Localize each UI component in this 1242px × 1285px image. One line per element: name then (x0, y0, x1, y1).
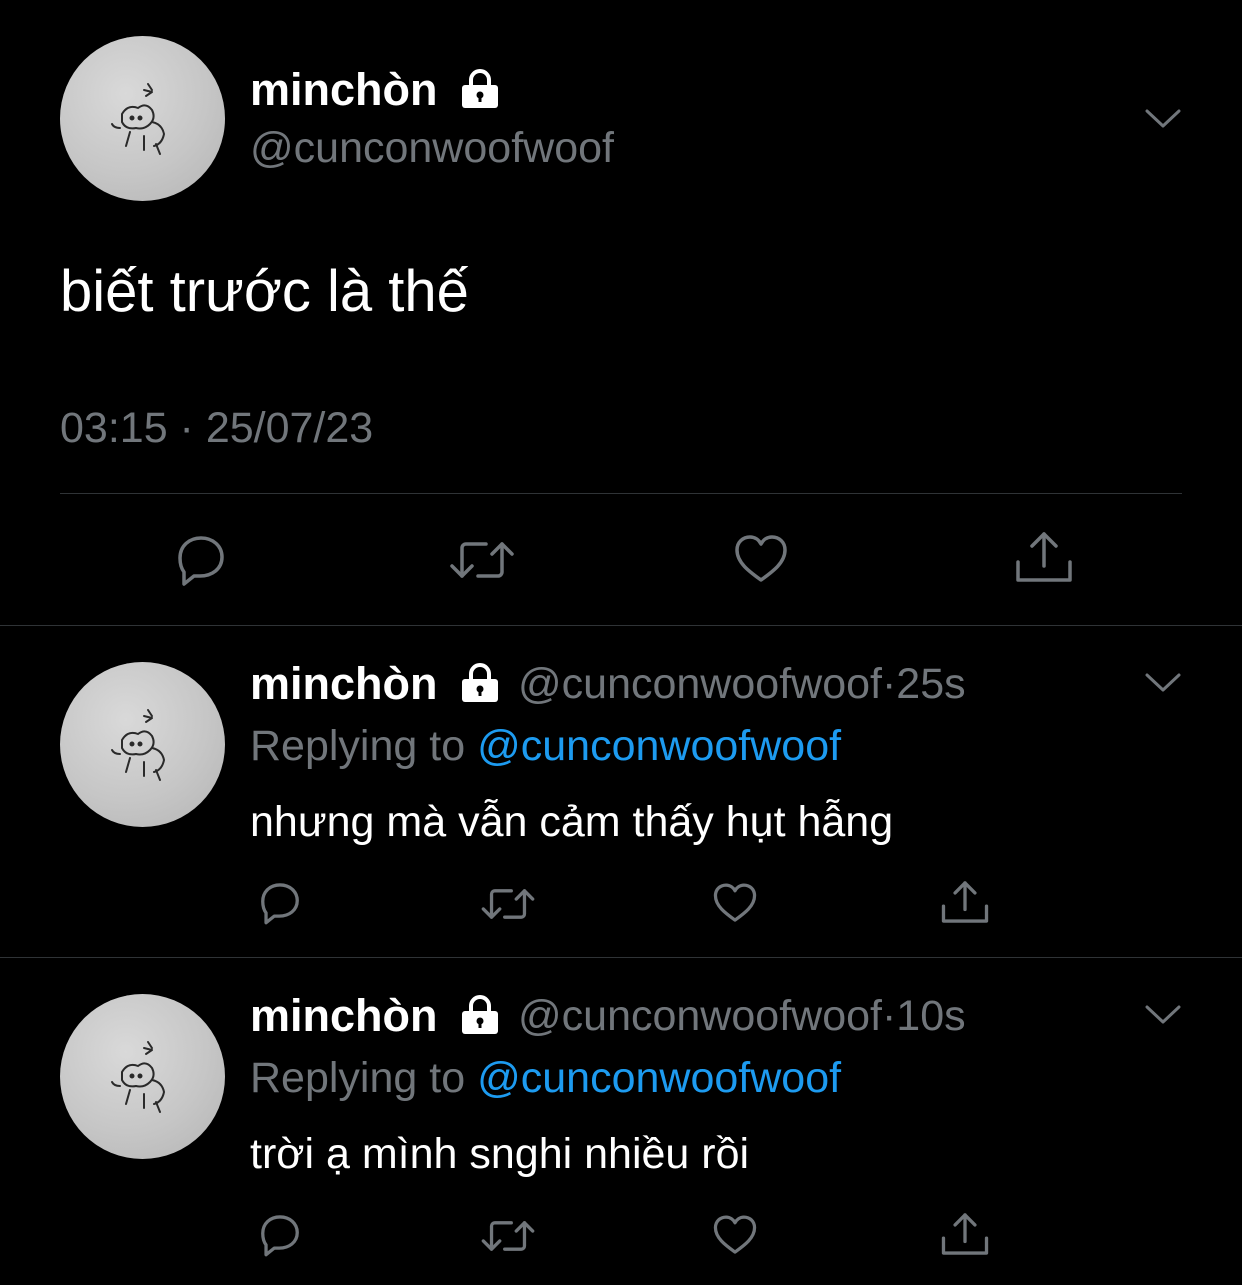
like-icon[interactable] (732, 532, 790, 586)
lock-icon (462, 663, 498, 702)
tweet-timestamp[interactable]: 03:15 · 25/07/23 (60, 404, 373, 453)
user-handle[interactable]: @cunconwoofwoof (518, 992, 882, 1040)
user-handle[interactable]: @cunconwoofwoof (250, 124, 614, 173)
mention-link[interactable]: @cunconwoofwoof (477, 722, 841, 770)
tweet-text: trời ạ mình snghi nhiều rồi (250, 1130, 750, 1178)
share-icon[interactable] (940, 878, 990, 926)
replying-to: Replying to @cunconwoofwoof (250, 1054, 841, 1103)
replying-to: Replying to @cunconwoofwoof (250, 722, 841, 771)
replying-to-label: Replying to (250, 722, 466, 770)
retweet-icon[interactable] (480, 884, 536, 924)
user-handle[interactable]: @cunconwoofwoof (518, 660, 882, 708)
display-name[interactable]: minchòn (250, 990, 438, 1042)
tweet-meta: @cunconwoofwoof·25s (518, 660, 966, 709)
lock-icon (462, 995, 498, 1034)
avatar[interactable] (60, 36, 225, 201)
tweet-text: nhưng mà vẫn cảm thấy hụt hẫng (250, 798, 894, 846)
dog-doodle-icon (111, 83, 166, 155)
relative-time[interactable]: 10s (896, 992, 965, 1040)
like-icon[interactable] (711, 881, 759, 925)
avatar[interactable] (60, 662, 225, 827)
chevron-down-icon[interactable] (1143, 106, 1183, 130)
relative-time[interactable]: 25s (896, 660, 965, 708)
avatar[interactable] (60, 994, 225, 1159)
reply-icon[interactable] (172, 532, 230, 588)
like-icon[interactable] (711, 1213, 759, 1257)
lock-icon (462, 69, 498, 108)
divider (60, 493, 1182, 494)
share-icon[interactable] (940, 1210, 990, 1258)
dog-doodle-icon (111, 709, 166, 781)
dog-doodle-icon (111, 1041, 166, 1113)
meta-separator: · (881, 660, 897, 708)
retweet-icon[interactable] (480, 1216, 536, 1256)
divider (0, 625, 1242, 626)
chevron-down-icon[interactable] (1143, 670, 1183, 694)
tweet-text: biết trước là thế (60, 259, 469, 324)
mention-link[interactable]: @cunconwoofwoof (477, 1054, 841, 1102)
retweet-icon[interactable] (448, 536, 516, 584)
share-icon[interactable] (1014, 528, 1074, 586)
reply-icon[interactable] (256, 880, 304, 926)
divider (0, 957, 1242, 958)
display-name[interactable]: minchòn (250, 658, 438, 710)
replying-to-label: Replying to (250, 1054, 466, 1102)
chevron-down-icon[interactable] (1143, 1002, 1183, 1026)
tweet-meta: @cunconwoofwoof·10s (518, 992, 966, 1041)
reply-icon[interactable] (256, 1212, 304, 1258)
display-name[interactable]: minchòn (250, 64, 438, 116)
meta-separator: · (881, 992, 897, 1040)
